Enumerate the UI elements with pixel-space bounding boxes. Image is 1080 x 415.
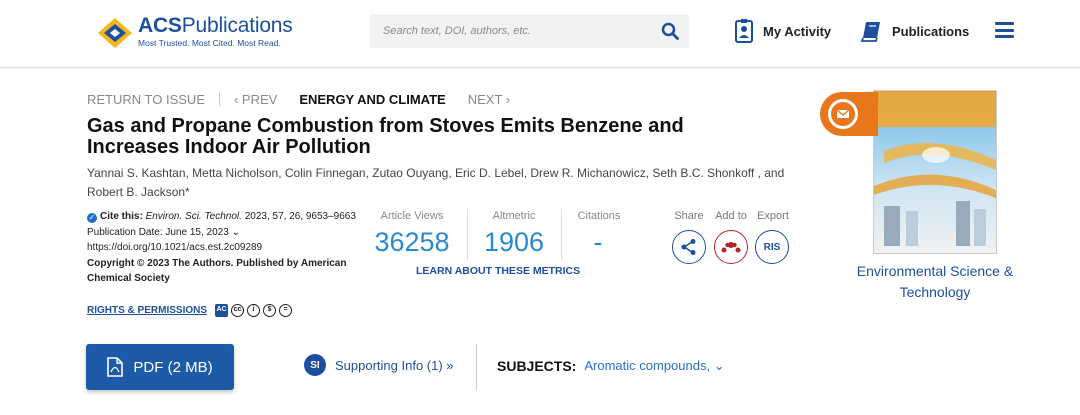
subjects-row: SUBJECTS: Aromatic compounds, ⌄ [497,358,725,374]
journal-cover-image [874,91,996,253]
article-views-label: Article Views [380,210,444,222]
subjects-label: SUBJECTS: [497,358,577,374]
acs-logo[interactable]: ACSPublications Most Trusted. Most Cited… [98,14,298,54]
noncommercial-icon: $ [263,304,277,317]
noderivatives-icon: = [279,304,293,317]
author-list[interactable]: Yannai S. Kashtan, Metta Nicholson, Coli… [87,164,787,202]
cite-label[interactable]: Cite this: [100,211,143,222]
publications-link[interactable]: Publications [860,18,969,44]
share-icon [681,239,696,255]
export-label: Export [757,210,789,222]
supporting-info-link[interactable]: SI Supporting Info (1) » [304,354,454,376]
publication-date[interactable]: Publication Date: June 15, 2023 ⌄ [87,225,362,241]
site-header: ACSPublications Most Trusted. Most Cited… [0,0,1080,68]
export-ris-button[interactable]: RIS [755,230,789,264]
email-alert-button[interactable] [820,92,878,136]
journal-name-link[interactable]: Environmental Science & Technology [840,261,1030,303]
publications-label: Publications [892,23,970,39]
pdf-button-label: PDF (2 MB) [133,358,213,376]
article-views-value: 36258 [374,227,450,257]
pdf-download-button[interactable]: PDF (2 MB) [86,344,234,390]
menu-icon[interactable] [995,22,1014,38]
citation-block: ✓ Cite this: Environ. Sci. Technol. 2023,… [87,209,362,287]
issue-section-label: ENERGY AND CLIMATE [299,91,446,107]
check-icon: ✓ [87,213,97,223]
divider [561,210,562,260]
search-input[interactable] [370,14,650,48]
logo-tagline: Most Trusted. Most Cited. Most Read. [138,38,281,48]
rights-permissions-link[interactable]: RIGHTS & PERMISSIONS [87,305,207,316]
divider [218,92,220,106]
rights-row: RIGHTS & PERMISSIONS AC cc i $ = [87,304,293,317]
share-label: Share [674,210,704,222]
email-icon [828,99,858,129]
copyright-text: Copyright © 2023 The Authors. Published … [87,257,347,285]
journal-cover[interactable] [873,90,997,254]
search-bar [370,14,689,48]
author-choice-icon: AC [215,304,229,317]
divider [476,344,477,390]
activity-badge-icon [735,19,753,43]
search-icon[interactable] [661,22,679,40]
acs-diamond-icon [98,18,132,48]
my-activity-link[interactable]: My Activity [735,18,831,44]
attribution-icon: i [247,304,261,317]
altmetric-label: Altmetric [492,210,536,222]
citations-value: - [593,227,603,257]
return-to-issue-link[interactable]: RETURN TO ISSUE [87,92,205,107]
add-to-button[interactable] [714,230,748,264]
license-icons: AC cc i $ = [215,304,293,317]
my-activity-label: My Activity [763,23,832,39]
cc-icon: cc [231,304,245,317]
book-icon [860,22,880,42]
pdf-file-icon [107,357,124,377]
learn-metrics-link[interactable]: LEARN ABOUT THESE METRICS [416,265,580,277]
citation-ref: 2023, 57, 26, 9653–9663 [241,211,356,222]
next-link[interactable]: NEXT › [468,92,510,107]
article-title: Gas and Propane Combustion from Stoves E… [87,115,684,158]
logo-title: ACSPublications [138,14,293,37]
divider [467,210,468,260]
si-icon: SI [304,354,326,376]
mendeley-icon [721,242,741,253]
citations-label: Citations [577,210,621,222]
journal-abbrev: Environ. Sci. Technol. [145,211,242,222]
add-to-label: Add to [715,210,747,222]
cite-line: ✓ Cite this: Environ. Sci. Technol. 2023,… [87,209,362,225]
prev-link[interactable]: ‹ PREV [234,92,277,107]
supporting-info-label: Supporting Info (1) » [335,357,454,373]
share-button[interactable] [672,230,706,264]
altmetric-value[interactable]: 1906 [479,227,549,258]
subjects-dropdown[interactable]: Aromatic compounds, ⌄ [584,358,724,374]
article-nav: RETURN TO ISSUE ‹ PREV ENERGY AND CLIMAT… [87,91,510,107]
doi-link[interactable]: https://doi.org/10.1021/acs.est.2c09289 [87,240,362,256]
